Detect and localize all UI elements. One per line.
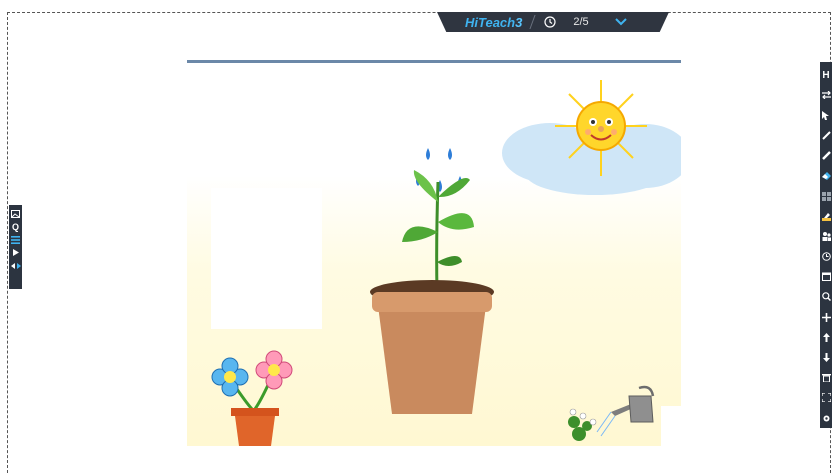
blank-text-box[interactable] — [211, 188, 322, 329]
page-counter: 2/5 — [573, 16, 589, 28]
chevron-down-icon[interactable] — [614, 17, 627, 27]
swap-icon[interactable] — [820, 85, 832, 105]
trash-icon[interactable] — [820, 368, 832, 388]
students-icon[interactable] — [820, 226, 832, 246]
right-toolbar: H — [820, 62, 832, 428]
flower-pot-image — [211, 350, 293, 446]
magnifier-icon[interactable] — [820, 287, 832, 307]
watering-can-image — [568, 385, 655, 441]
prev-next-icon[interactable] — [10, 259, 21, 272]
highlighter-icon[interactable] — [820, 206, 832, 226]
search-label: Q — [11, 221, 19, 232]
settings-icon[interactable] — [820, 408, 832, 428]
eraser-icon[interactable] — [820, 166, 832, 186]
add-icon[interactable] — [820, 307, 832, 327]
brand-logo: HiTeach3 — [465, 14, 523, 30]
calendar-icon[interactable] — [820, 267, 832, 287]
timer-icon[interactable] — [820, 247, 832, 267]
pen-icon[interactable] — [820, 126, 832, 146]
home-label: H — [822, 69, 830, 81]
image-icon[interactable] — [10, 207, 21, 220]
list-icon[interactable] — [10, 233, 21, 246]
top-bar: HiTeach3 2/5 — [437, 12, 669, 32]
slide-canvas[interactable] — [187, 60, 681, 446]
search-icon[interactable]: Q — [10, 220, 21, 233]
grid-icon[interactable] — [820, 186, 832, 206]
cursor-icon[interactable] — [820, 105, 832, 125]
potted-plant-image — [370, 148, 494, 414]
play-icon[interactable] — [10, 246, 21, 259]
home-icon[interactable]: H — [820, 65, 832, 85]
divider — [529, 15, 536, 29]
download-icon[interactable] — [820, 347, 832, 367]
slide-top-line — [187, 60, 681, 63]
brush-icon[interactable] — [820, 146, 832, 166]
sun-cloud-image — [502, 80, 681, 195]
clock-icon[interactable] — [543, 15, 557, 29]
fullscreen-icon[interactable] — [820, 388, 832, 408]
left-toolbar: Q — [9, 205, 22, 289]
slide-corner — [661, 406, 681, 446]
upload-icon[interactable] — [820, 327, 832, 347]
